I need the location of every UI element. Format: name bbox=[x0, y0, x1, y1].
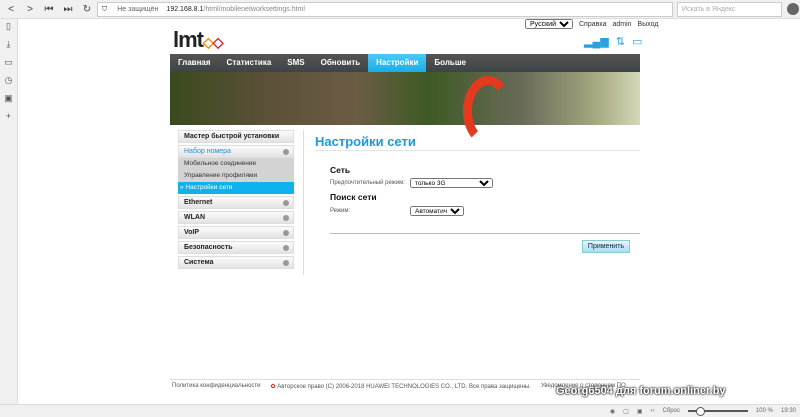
zoom-slider[interactable] bbox=[687, 407, 748, 416]
menu-label: VoIP bbox=[184, 229, 200, 236]
huawei-logo-icon: ✿ bbox=[270, 384, 276, 390]
menu-dial[interactable]: Набор номера bbox=[178, 145, 294, 158]
browser-toolbar: < > ⏮ ⏭ ↻ ⌂ ⛉Не защищён192.168.8.1/html/… bbox=[0, 0, 800, 19]
menu-label: Ethernet bbox=[184, 199, 213, 206]
user-label: admin bbox=[612, 20, 632, 28]
menu-dial-label: Набор номера bbox=[184, 148, 231, 155]
history-icon[interactable]: ◷ bbox=[0, 75, 17, 91]
address-bar[interactable]: ⛉ Не защищён 192.168.8.1/html/mobilenetwor… bbox=[97, 2, 673, 17]
submenu-network-settings[interactable]: » Настройки сети bbox=[178, 182, 294, 194]
settings-menu: Мастер быстрой установки Набор номера Мо… bbox=[178, 130, 294, 271]
skip-forward-icon[interactable]: ⏭ bbox=[60, 4, 76, 15]
browser-sidebar: ▯ ⤓ ▭ ◷ ▣ + bbox=[0, 19, 18, 404]
tab-update[interactable]: Обновить bbox=[313, 54, 369, 72]
submenu-mobile-connection[interactable]: Мобильное соединение bbox=[178, 158, 294, 170]
expand-icon bbox=[283, 215, 289, 221]
tab-sms[interactable]: SMS bbox=[279, 54, 312, 72]
zoom-reset[interactable]: Сброс bbox=[663, 408, 680, 414]
privacy-link[interactable]: Политика конфиденциальности bbox=[172, 383, 261, 390]
expand-icon bbox=[283, 200, 289, 206]
window-icon[interactable]: ▢ bbox=[623, 408, 629, 415]
download-icon[interactable]: ⤓ bbox=[0, 39, 17, 55]
search-placeholder: Искать в Яндекс bbox=[682, 6, 736, 13]
logo-mark-icon: ◇ bbox=[203, 34, 214, 50]
copyright: ✿ Авторское право (C) 2006-2018 HUAWEI T… bbox=[271, 383, 531, 390]
signal-icon: ▂▄▆ bbox=[584, 36, 609, 48]
tab-more[interactable]: Больше bbox=[426, 54, 474, 72]
logo-text: lmt bbox=[173, 27, 204, 52]
expand-icon bbox=[283, 260, 289, 266]
title-divider bbox=[315, 150, 640, 151]
watermark: Georg6504 для forum.onliner.by bbox=[556, 385, 726, 397]
divider bbox=[303, 130, 304, 275]
clock: 19:30 bbox=[780, 408, 796, 414]
help-link[interactable]: Справка bbox=[579, 21, 606, 28]
banner-image bbox=[170, 72, 640, 146]
mode-select[interactable]: Автоматически bbox=[410, 206, 464, 216]
browser-statusbar: ◉ ▢ ▣ ‹› Сброс 100 % 19:30 bbox=[0, 404, 800, 417]
network-search-heading: Поиск сети bbox=[330, 192, 377, 202]
shield-icon: ⛉ bbox=[102, 5, 108, 13]
tab-statistics[interactable]: Статистика bbox=[219, 54, 280, 72]
profile-avatar[interactable] bbox=[787, 3, 799, 15]
expand-icon bbox=[283, 230, 289, 236]
add-icon[interactable]: + bbox=[0, 111, 17, 127]
copyright-text: Авторское право (C) 2006-2018 HUAWEI TEC… bbox=[277, 384, 531, 390]
window-icon[interactable]: ▭ bbox=[0, 57, 17, 73]
forward-icon[interactable]: > bbox=[22, 4, 38, 15]
menu-label: WLAN bbox=[184, 214, 205, 221]
back-icon[interactable]: < bbox=[3, 4, 19, 15]
mode-label: Режим: bbox=[330, 208, 351, 214]
menu-wlan[interactable]: WLAN bbox=[178, 211, 294, 224]
zoom-level: 100 % bbox=[755, 408, 773, 414]
preferred-mode-select[interactable]: только 3G bbox=[410, 178, 493, 188]
logo: lmt◇◇ bbox=[173, 27, 224, 53]
tab-settings[interactable]: Настройки bbox=[368, 54, 427, 72]
tab-home[interactable]: Главная bbox=[170, 54, 219, 72]
url-path: /html/mobilenetworksettings.html bbox=[203, 6, 305, 13]
search-input[interactable]: Искать в Яндекс bbox=[677, 2, 782, 17]
monitor-icon: ▭ bbox=[631, 36, 643, 48]
menu-label: Система bbox=[184, 259, 214, 266]
banner-arc bbox=[463, 76, 513, 146]
main-nav: Главная Статистика SMS Обновить Настройк… bbox=[170, 54, 640, 72]
menu-wizard[interactable]: Мастер быстрой установки bbox=[178, 130, 294, 143]
menu-system[interactable]: Система bbox=[178, 256, 294, 269]
page-title: Настройки сети bbox=[315, 134, 416, 149]
tabs-icon[interactable]: ▣ bbox=[0, 93, 17, 109]
logo-mark-icon-2: ◇ bbox=[212, 34, 224, 50]
menu-label: Безопасность bbox=[184, 244, 233, 251]
menu-voip[interactable]: VoIP bbox=[178, 226, 294, 239]
camera-icon[interactable]: ◉ bbox=[610, 408, 615, 415]
network-heading: Сеть bbox=[330, 165, 351, 175]
logout-link[interactable]: Выход bbox=[638, 21, 659, 28]
expand-icon bbox=[283, 245, 289, 251]
header-links: Русский Справка admin Выход bbox=[525, 19, 659, 29]
preferred-mode-label: Предпочтительный режим: bbox=[330, 180, 405, 186]
bookmark-icon[interactable]: ▯ bbox=[0, 21, 17, 37]
status-icons: ▂▄▆ ⇅ ▭ bbox=[584, 35, 642, 48]
security-label: Не защищён bbox=[117, 6, 159, 13]
submenu-profile-management[interactable]: Управление профилями bbox=[178, 170, 294, 182]
collapse-icon bbox=[283, 149, 289, 155]
code-icon[interactable]: ‹› bbox=[651, 408, 655, 414]
apply-button[interactable]: Применить bbox=[582, 240, 630, 253]
form-divider bbox=[330, 233, 640, 234]
url-host: 192.168.8.1 bbox=[166, 6, 204, 13]
footer-divider bbox=[170, 379, 640, 380]
reload-icon[interactable]: ↻ bbox=[79, 4, 95, 15]
menu-ethernet[interactable]: Ethernet bbox=[178, 196, 294, 209]
skip-back-icon[interactable]: ⏮ bbox=[41, 4, 57, 15]
data-transfer-icon: ⇅ bbox=[615, 36, 625, 48]
language-select[interactable]: Русский bbox=[525, 19, 573, 29]
menu-security[interactable]: Безопасность bbox=[178, 241, 294, 254]
image-icon[interactable]: ▣ bbox=[637, 408, 643, 415]
